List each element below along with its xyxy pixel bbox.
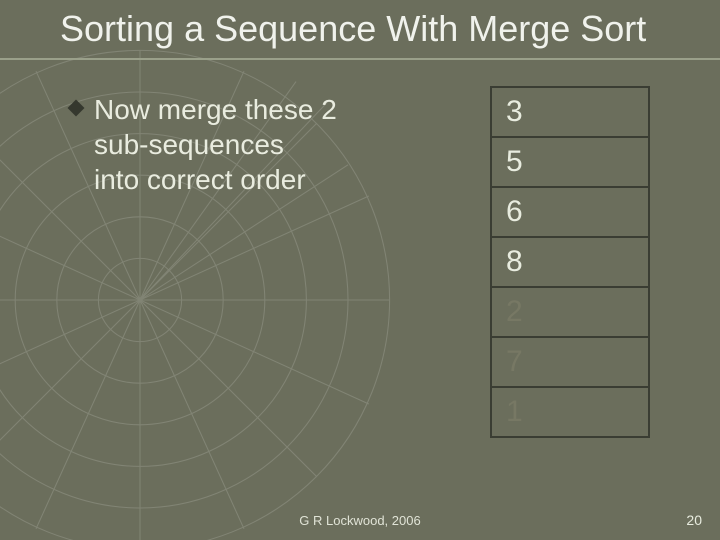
cell-0: 3 (490, 88, 650, 138)
page-number: 20 (686, 512, 702, 528)
body-line-2: sub-sequences (94, 127, 337, 162)
cell-2: 6 (490, 188, 650, 238)
title-underline (0, 58, 720, 60)
bullet-icon (68, 100, 85, 117)
cell-1: 5 (490, 138, 650, 188)
slide-title: Sorting a Sequence With Merge Sort (60, 8, 700, 50)
body-text: Now merge these 2 sub-sequences into cor… (94, 92, 337, 197)
cell-4: 2 (490, 288, 650, 338)
sequence-column: 3 5 6 8 2 7 1 (490, 86, 650, 438)
cell-6: 1 (490, 388, 650, 438)
body-line-1: Now merge these 2 (94, 92, 337, 127)
cell-5: 7 (490, 338, 650, 388)
cell-3: 8 (490, 238, 650, 288)
footer-credit: G R Lockwood, 2006 (0, 513, 720, 528)
body-line-3: into correct order (94, 162, 337, 197)
